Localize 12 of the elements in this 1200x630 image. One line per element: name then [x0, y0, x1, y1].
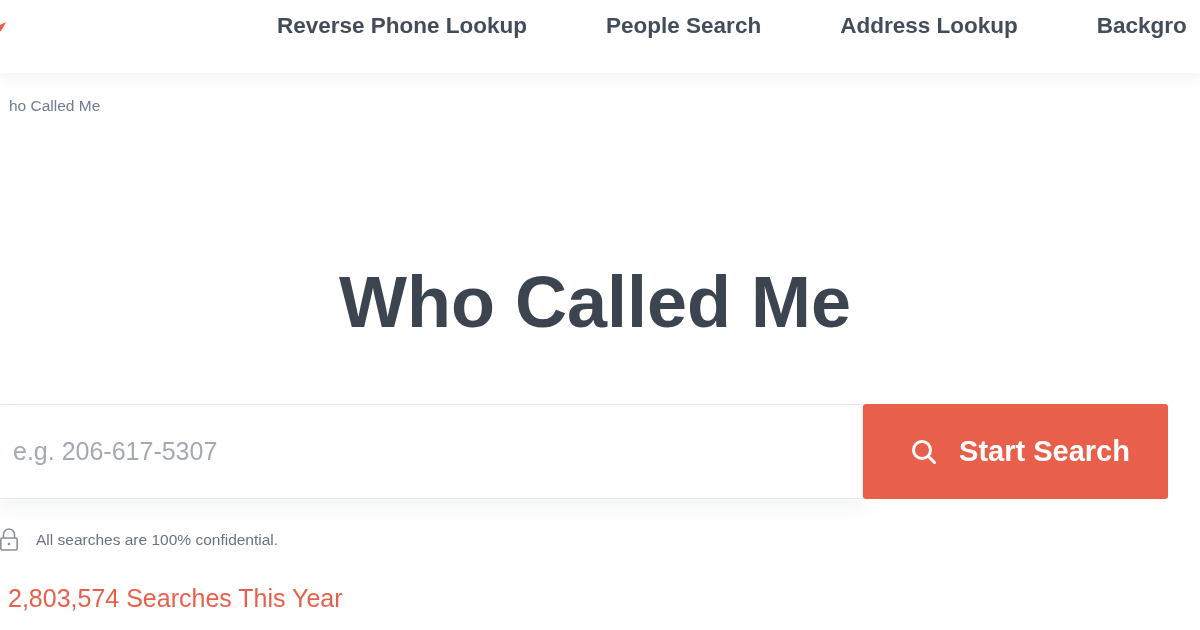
page-title: Who Called Me: [339, 261, 851, 344]
privacy-note: All searches are 100% confidential.: [36, 529, 279, 550]
nav-link[interactable]: People Search: [606, 11, 762, 41]
nav-link[interactable]: Address Lookup: [840, 11, 1018, 41]
search-counter: 2,803,574 Searches This Year: [7, 583, 343, 613]
nav-link[interactable]: Backgro: [1096, 11, 1187, 41]
nav-link[interactable]: Reverse Phone Lookup: [277, 11, 528, 41]
phone-input-field[interactable]: e.g. 206-617-5307: [0, 404, 863, 499]
breadcrumb-item: ho Called Me: [8, 96, 101, 116]
lock-icon: [0, 528, 18, 551]
search-icon: [911, 438, 938, 465]
logo-icon: [0, 22, 6, 31]
